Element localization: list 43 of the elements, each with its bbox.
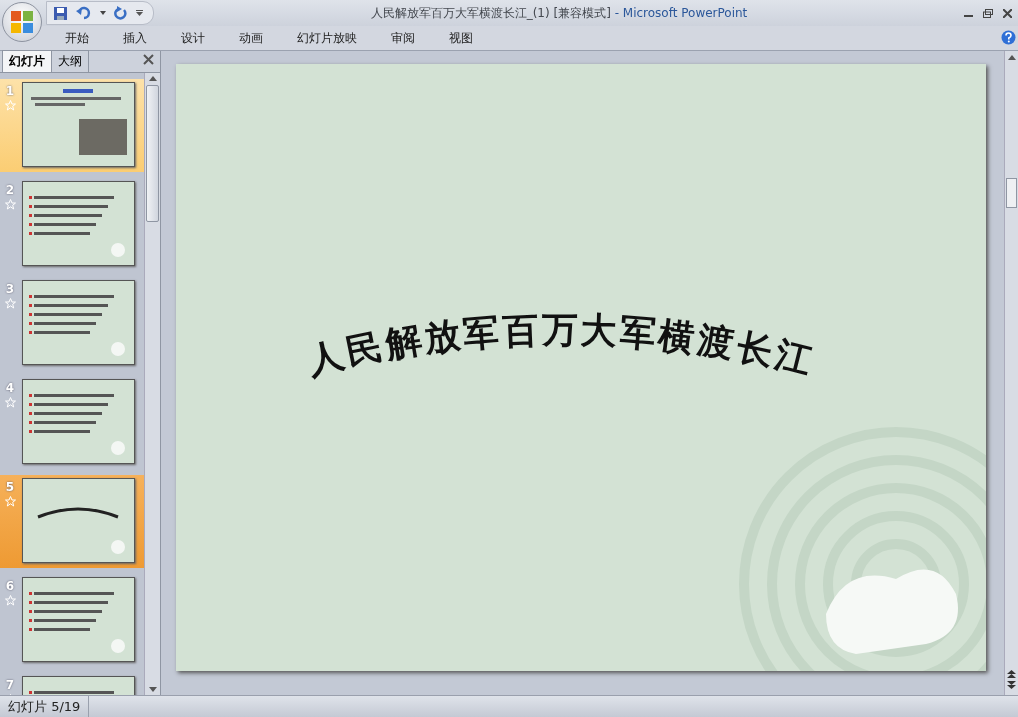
- ribbon-tab[interactable]: 审阅: [374, 27, 432, 49]
- previous-slide-icon[interactable]: [1007, 670, 1016, 678]
- scroll-up-icon[interactable]: [1007, 55, 1016, 60]
- slide-number: 7: [5, 678, 15, 692]
- scroll-down-icon[interactable]: [148, 687, 157, 692]
- star-icon: [4, 496, 16, 507]
- slide-number: 1: [5, 84, 15, 98]
- window-title: 人民解放军百万大军横渡长江_(1) [兼容模式] - Microsoft PowerPoint: [369, 4, 749, 22]
- ribbon-tab[interactable]: 动画: [222, 27, 280, 49]
- pane-tab[interactable]: 幻灯片: [2, 50, 52, 72]
- scrollbar-thumb[interactable]: [146, 85, 159, 222]
- restore-icon[interactable]: [983, 8, 993, 18]
- customize-icon[interactable]: [136, 10, 143, 16]
- undo-icon[interactable]: [76, 6, 92, 20]
- slide-number: 4: [5, 381, 15, 395]
- slide-number: 3: [5, 282, 15, 296]
- star-icon: [4, 100, 16, 111]
- star-icon: [4, 298, 16, 309]
- dropdown-icon[interactable]: [100, 11, 106, 15]
- slide-position: 幻灯片 5/19: [0, 696, 90, 717]
- slide-number: 2: [5, 183, 15, 197]
- scroll-up-icon[interactable]: [148, 76, 157, 81]
- ribbon-tab[interactable]: 视图: [432, 27, 490, 49]
- slide-number: 5: [5, 480, 15, 494]
- ribbon-tab[interactable]: 设计: [164, 27, 222, 49]
- scrollbar-thumb[interactable]: [1006, 178, 1017, 208]
- save-icon[interactable]: [53, 5, 68, 21]
- office-logo-icon: [10, 10, 34, 34]
- ribbon-tab[interactable]: 幻灯片放映: [280, 27, 374, 49]
- pane-tab[interactable]: 大纲: [51, 50, 89, 72]
- next-slide-icon[interactable]: [1007, 681, 1016, 689]
- slide-number: 6: [5, 579, 15, 593]
- star-icon: [4, 199, 16, 210]
- star-icon: [4, 397, 16, 408]
- office-button[interactable]: [2, 2, 42, 42]
- ribbon-tab[interactable]: 开始: [48, 27, 106, 49]
- ribbon-tab[interactable]: 插入: [106, 27, 164, 49]
- help-icon[interactable]: [1001, 30, 1016, 45]
- close-icon[interactable]: [143, 54, 154, 65]
- slide-title: 人民解放军百万大军横渡长江: [301, 307, 818, 384]
- close-icon[interactable]: [1003, 8, 1012, 18]
- redo-icon[interactable]: [114, 6, 128, 20]
- star-icon: [4, 595, 16, 606]
